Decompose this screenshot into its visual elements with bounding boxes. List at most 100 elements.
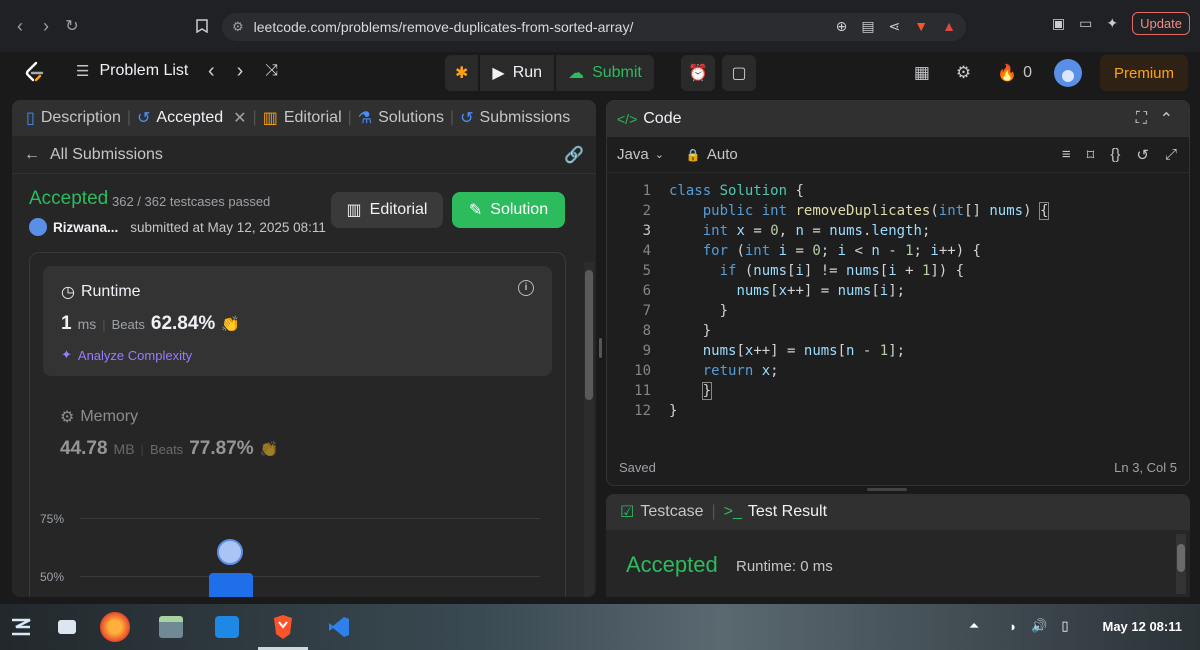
zorin-menu-icon[interactable]: [6, 612, 36, 642]
software-store-icon[interactable]: [212, 612, 242, 642]
reader-icon[interactable]: ▤: [861, 18, 874, 35]
clock[interactable]: May 12 08:11: [1102, 619, 1182, 634]
runtime-beats-label: Beats: [111, 317, 145, 332]
next-problem-icon[interactable]: ›: [237, 60, 244, 83]
submitter-avatar[interactable]: [29, 218, 47, 236]
code-editor[interactable]: 1 class Solution { 2 public int removeDup…: [607, 173, 1189, 433]
run-button[interactable]: ▶ Run: [480, 55, 555, 91]
solution-button-label: Solution: [490, 201, 549, 218]
submitter-name[interactable]: Rizwana...: [53, 220, 118, 235]
firefox-icon[interactable]: [100, 612, 130, 642]
link-icon[interactable]: 🔗: [564, 145, 584, 165]
back-arrow-icon[interactable]: ←: [24, 146, 40, 164]
solution-button[interactable]: ✎ Solution: [452, 192, 565, 228]
browser-back-icon[interactable]: ‹: [6, 12, 34, 40]
maximize-icon[interactable]: ⛶: [1136, 110, 1147, 128]
memory-value: 44.78: [60, 438, 108, 459]
vscode-icon[interactable]: [324, 612, 354, 642]
tray-expand-icon[interactable]: ⏶: [969, 618, 979, 634]
workspaces-icon[interactable]: [52, 612, 82, 642]
close-tab-icon[interactable]: ✕: [233, 108, 246, 128]
submit-button[interactable]: ☁ Submit: [556, 55, 654, 91]
editorial-button[interactable]: ▥ Editorial: [331, 192, 443, 228]
info-icon[interactable]: i: [518, 280, 534, 296]
wifi-icon[interactable]: ◗: [1009, 619, 1017, 634]
runtime-beats-pct: 62.84%: [150, 313, 216, 334]
tab-submissions[interactable]: ↺ Submissions: [460, 108, 570, 128]
horizontal-splitter[interactable]: [867, 488, 907, 491]
analyze-complexity-button[interactable]: ✦ Analyze Complexity: [61, 347, 192, 363]
rewards-icon[interactable]: ▲: [942, 18, 956, 35]
chip-icon: ⚙: [60, 409, 75, 426]
wallet-icon[interactable]: ▭: [1079, 15, 1092, 32]
grid-line: [80, 576, 540, 577]
braces-icon[interactable]: {}: [1110, 146, 1120, 164]
address-bar[interactable]: ⚙ leetcode.com/problems/remove-duplicate…: [222, 13, 966, 41]
your-position-avatar: [217, 539, 243, 565]
browser-forward-icon[interactable]: ›: [32, 12, 60, 40]
volume-icon[interactable]: 🔊: [1031, 618, 1047, 634]
update-button[interactable]: Update: [1132, 12, 1190, 35]
fullscreen-icon[interactable]: ⤢: [1165, 146, 1177, 164]
notes-button[interactable]: ▢: [722, 55, 756, 91]
streak-fire-icon[interactable]: 🔥: [997, 63, 1017, 83]
memory-values: 44.78 MB | Beats 77.87% 👏: [60, 438, 279, 459]
tab-test-result[interactable]: >_ Test Result: [724, 503, 827, 521]
list-icon: ☰: [76, 63, 90, 80]
left-scrollbar[interactable]: [584, 262, 594, 597]
leetcode-logo-icon[interactable]: [22, 60, 46, 84]
layout-grid-icon[interactable]: ▦: [914, 63, 930, 83]
runtime-card[interactable]: ◷ Runtime i 1 ms | Beats 62.84% 👏 ✦ Anal…: [43, 266, 552, 376]
submission-content: Accepted 362 / 362 testcases passed Rizw…: [12, 174, 596, 597]
language-select[interactable]: Java ⌄: [617, 146, 664, 163]
reload-icon[interactable]: ↻: [58, 12, 86, 40]
tab-description[interactable]: ▯ Description: [26, 108, 121, 128]
premium-button[interactable]: Premium: [1099, 55, 1188, 91]
distribution-bar[interactable]: [209, 573, 253, 597]
debug-button[interactable]: ✱: [445, 55, 479, 91]
language-label: Java: [617, 146, 649, 163]
collapse-icon[interactable]: ⌃: [1160, 109, 1173, 129]
bookmark-icon[interactable]: [188, 12, 216, 40]
site-settings-icon[interactable]: ⚙: [232, 19, 244, 35]
bookmark-icon[interactable]: ⌑: [1087, 146, 1095, 164]
mode-label: Auto: [706, 146, 738, 163]
zoom-icon[interactable]: ⊕: [836, 18, 848, 35]
reset-icon[interactable]: ↺: [1136, 146, 1149, 164]
tab-testcase[interactable]: ☑ Testcase: [620, 502, 703, 522]
tab-accepted[interactable]: ↺ Accepted ✕: [137, 108, 247, 128]
y-tick-label: 75%: [40, 512, 65, 526]
files-icon[interactable]: [156, 612, 186, 642]
format-icon[interactable]: ≡: [1062, 146, 1071, 164]
memory-beats-pct: 77.87%: [189, 438, 254, 459]
test-scrollbar[interactable]: [1176, 534, 1186, 594]
memory-header[interactable]: ⚙ Memory: [60, 407, 138, 427]
timer-button[interactable]: ⏰: [681, 55, 715, 91]
tab-submissions-label: Submissions: [479, 109, 571, 126]
grid-line: [80, 518, 540, 519]
os-taskbar: ⏶ ◗ 🔊 ▯ May 12 08:11: [0, 604, 1200, 650]
vertical-splitter[interactable]: [599, 338, 602, 358]
cursor-position: Ln 3, Col 5: [1114, 459, 1177, 475]
memory-label: Memory: [80, 408, 139, 425]
shuffle-icon[interactable]: ⤨: [265, 62, 278, 83]
tab-solutions[interactable]: ⚗ Solutions: [358, 108, 444, 128]
user-avatar[interactable]: [1053, 59, 1082, 87]
brave-shield-icon[interactable]: ▼: [914, 18, 928, 35]
all-submissions-link[interactable]: All Submissions: [50, 146, 163, 164]
leo-ai-icon[interactable]: ✦: [1106, 15, 1118, 32]
memory-beats-label: Beats: [149, 442, 184, 457]
sidebar-toggle-icon[interactable]: ▣: [1052, 15, 1065, 32]
settings-icon[interactable]: ⚙: [956, 63, 971, 83]
flask-icon: ⚗: [357, 110, 373, 127]
document-icon: ▯: [26, 110, 35, 127]
battery-icon[interactable]: ▯: [1061, 618, 1068, 634]
prev-problem-icon[interactable]: ‹: [208, 60, 215, 83]
tab-test-result-label: Test Result: [747, 503, 828, 520]
autocomplete-toggle[interactable]: 🔒 Auto: [686, 146, 738, 163]
brave-browser-icon[interactable]: [268, 612, 298, 642]
problem-list-button[interactable]: ☰ Problem List: [76, 62, 188, 80]
tab-editorial[interactable]: ▥ Editorial: [263, 108, 342, 128]
share-icon[interactable]: ⋖: [889, 18, 901, 35]
system-tray: ⏶ ◗ 🔊 ▯ May 12 08:11: [969, 618, 1182, 634]
